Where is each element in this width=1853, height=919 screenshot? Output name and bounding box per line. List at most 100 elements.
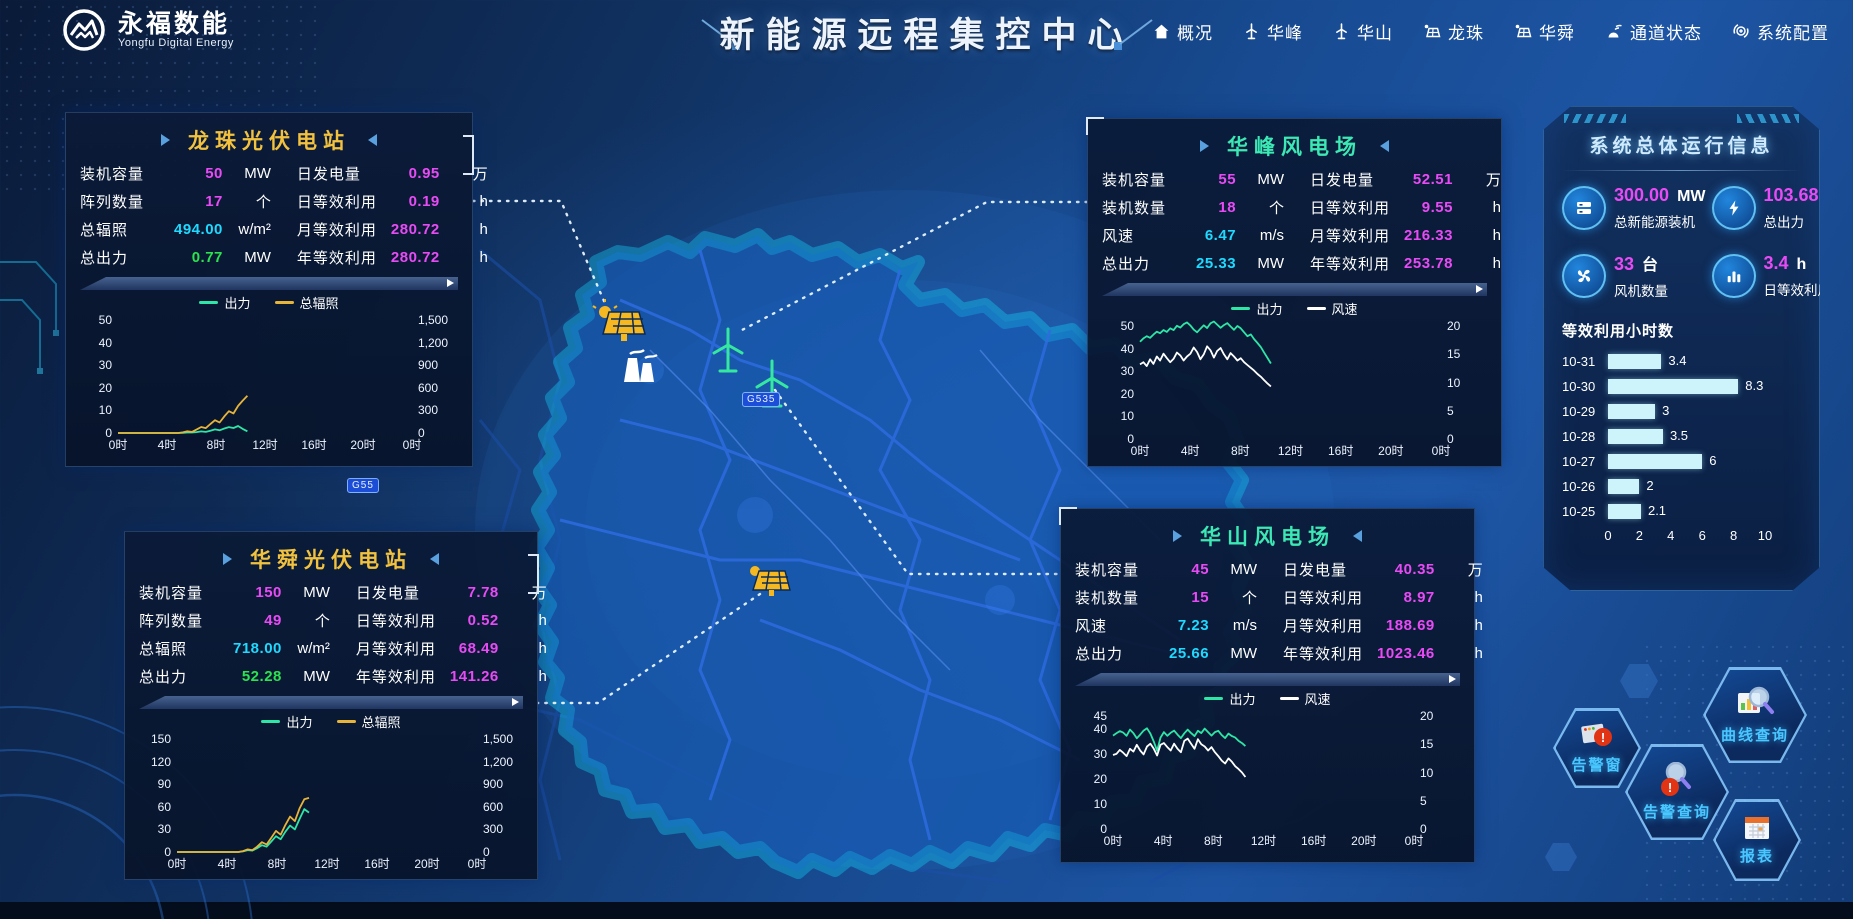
stat-value: 15 — [1169, 589, 1209, 606]
home-icon — [1153, 23, 1170, 40]
chart-legend: 出力 风速 — [1102, 299, 1487, 318]
stat-unit: h — [1453, 227, 1501, 244]
kpi-value: 33 — [1614, 254, 1634, 275]
stat-row: 装机数量15个 — [1075, 587, 1257, 608]
bar-track: 3 — [1608, 404, 1801, 419]
longzhu-output-irradiance-chart: 出力总辐照504030201001,5001,20090060030000时4时… — [80, 293, 458, 453]
title-marker-icon — [430, 553, 439, 565]
stat-unit: h — [1435, 617, 1483, 634]
stat-label: 装机数量 — [1102, 197, 1196, 218]
chart-series-lines — [80, 312, 458, 453]
stat-label: 月等效利用 — [297, 219, 391, 240]
nav-label: 华峰 — [1267, 19, 1303, 44]
bar — [1608, 429, 1663, 444]
nav-item-huashun[interactable]: 华舜 — [1514, 19, 1575, 44]
title-marker-icon — [1353, 530, 1362, 542]
stat-label: 日等效利用 — [1283, 587, 1377, 608]
bar — [1608, 354, 1661, 369]
stat-label: 阵列数量 — [80, 191, 174, 212]
nav-item-system-config[interactable]: 系统配置 — [1732, 19, 1829, 44]
stat-unit: w/m² — [223, 221, 271, 238]
stat-value: 0.52 — [450, 612, 499, 629]
section-divider-bar — [1075, 673, 1460, 686]
station-stats: 装机容量150MW 阵列数量49个 总辐照718.00w/m² 总出力52.28… — [139, 582, 523, 687]
chart-legend: 出力风速 — [1075, 689, 1460, 708]
solar-panel-icon — [1423, 23, 1441, 40]
stat-unit: h — [499, 612, 547, 629]
stat-value: 52.51 — [1404, 171, 1453, 188]
stat-unit: 个 — [223, 191, 271, 212]
legend-swatch — [1204, 697, 1223, 700]
stat-unit: 万 — [440, 163, 488, 184]
nav-item-huashan[interactable]: 华山 — [1333, 19, 1393, 44]
hex-button-report[interactable]: 报表 — [1713, 799, 1801, 881]
circuit-trace-decoration — [0, 262, 59, 374]
chart-plot: 45403020100201510500时4时8时12时16时20时0时 — [1075, 708, 1460, 849]
chart-plot: 15012090603001,5001,20090060030000时4时8时1… — [139, 731, 523, 872]
stat-row: 阵列数量17个 — [80, 191, 271, 212]
station-title: 龙珠光伏电站 — [188, 125, 350, 155]
stat-unit: MW — [1209, 561, 1257, 578]
stat-row: 日等效利用0.19h — [297, 191, 488, 212]
stat-unit: 万 — [1453, 169, 1501, 190]
nav-item-huafeng[interactable]: 华峰 — [1243, 19, 1303, 44]
kpi-unit: 台 — [1642, 251, 1658, 275]
stat-value: 253.78 — [1404, 255, 1453, 272]
stat-value: 7.78 — [450, 584, 499, 601]
chart-series-lines — [1075, 708, 1460, 849]
stat-unit: 个 — [1209, 587, 1257, 608]
hex-button-label: 告警窗 — [1571, 754, 1622, 775]
stat-label: 阵列数量 — [139, 610, 233, 631]
stat-unit: 个 — [1236, 197, 1284, 218]
station-stats: 装机容量45MW 装机数量15个 风速7.23m/s 总出力25.66MW 日发… — [1075, 559, 1460, 664]
stat-label: 总出力 — [80, 247, 174, 268]
road-label-g535: G535 — [742, 392, 780, 407]
nav-item-longzhu[interactable]: 龙珠 — [1423, 19, 1484, 44]
header: 永福数能 Yongfu Digital Energy 新能源远程集控中心 概况 … — [0, 0, 1853, 62]
system-overview-panel: 系统总体运行信息 300.00MW 总新能源装机 103.68MW 总出力 — [1543, 106, 1820, 591]
bar-value-label: 8.3 — [1745, 378, 1763, 393]
bar-category-label: 10-26 — [1562, 479, 1608, 494]
stat-value: 49 — [233, 612, 282, 629]
bar-track: 2 — [1608, 479, 1801, 494]
legend-item: 出力 — [1231, 299, 1282, 318]
hazard-stripe-decoration — [1737, 114, 1799, 123]
stat-row: 年等效利用1023.46h — [1283, 643, 1483, 664]
stat-row: 月等效利用188.69h — [1283, 615, 1483, 636]
chart-series-lines — [1102, 318, 1487, 459]
bar-row: 10-252.1 — [1562, 499, 1801, 524]
stat-value: 45 — [1169, 561, 1209, 578]
yongfu-logo-icon — [62, 8, 106, 52]
title-marker-icon — [1173, 530, 1182, 542]
stat-row: 年等效利用141.26h — [356, 666, 547, 687]
stat-label: 日发电量 — [297, 163, 391, 184]
stat-row: 月等效利用216.33h — [1310, 225, 1501, 246]
bar-track: 2.1 — [1608, 504, 1801, 519]
stat-row: 总出力0.77MW — [80, 247, 271, 268]
huafeng-output-windspeed-chart: 出力风速50403020100201510500时4时8时12时16时20时0时 — [1102, 299, 1487, 459]
nav-label: 通道状态 — [1630, 19, 1702, 44]
stat-value: 0.95 — [391, 165, 440, 182]
kpi-label: 总新能源装机 — [1614, 211, 1706, 231]
stat-label: 风速 — [1075, 615, 1169, 636]
legend-item: 出力 — [199, 293, 250, 312]
nav-item-overview[interactable]: 概况 — [1153, 19, 1213, 44]
legend-label: 总辐照 — [362, 712, 401, 731]
chart-plot: 504030201001,5001,20090060030000时4时8时12时… — [80, 312, 458, 453]
stat-unit: 万 — [499, 582, 547, 603]
nav-item-channel-status[interactable]: 通道状态 — [1605, 19, 1702, 44]
stat-row: 装机容量50MW — [80, 163, 271, 184]
stat-value: 216.33 — [1404, 227, 1453, 244]
stat-row: 总出力25.66MW — [1075, 643, 1257, 664]
stat-row: 装机数量18个 — [1102, 197, 1284, 218]
stat-label: 总出力 — [139, 666, 233, 687]
bar-value-label: 6 — [1709, 453, 1716, 468]
stat-row: 装机容量45MW — [1075, 559, 1257, 580]
legend-label: 风速 — [1332, 299, 1358, 318]
huashun-output-irradiance-chart: 出力总辐照15012090603001,5001,20090060030000时… — [139, 712, 523, 872]
stat-row: 日等效利用0.52h — [356, 610, 547, 631]
stat-row: 日发电量0.95万 — [297, 163, 488, 184]
hex-button-label: 曲线查询 — [1721, 724, 1789, 745]
panel-title-row: 华峰风电场 — [1102, 127, 1487, 165]
stat-label: 日等效利用 — [1310, 197, 1404, 218]
